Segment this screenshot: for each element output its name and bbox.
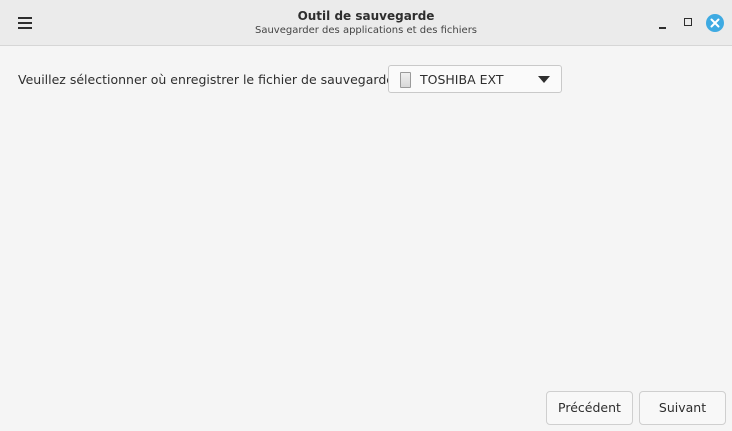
title-bar: Outil de sauvegarde Sauvegarder des appl… [0,0,732,46]
next-button[interactable]: Suivant [639,391,726,425]
window-subtitle: Sauvegarder des applications et des fich… [254,25,478,36]
minimize-icon[interactable] [652,13,672,33]
main-content: Veuillez sélectionner où enregistrer le … [0,46,732,431]
destination-device-dropdown[interactable]: TOSHIBA EXT [388,65,562,93]
previous-button[interactable]: Précédent [546,391,633,425]
maximize-icon[interactable] [678,13,698,33]
drive-icon [400,72,411,88]
window-titles: Outil de sauvegarde Sauvegarder des appl… [0,8,732,38]
chevron-down-icon [538,76,550,83]
window-title: Outil de sauvegarde [297,9,435,23]
selected-device-label: TOSHIBA EXT [420,72,504,87]
destination-prompt-label: Veuillez sélectionner où enregistrer le … [18,72,403,87]
close-icon[interactable] [706,14,724,32]
backup-tool-window: Outil de sauvegarde Sauvegarder des appl… [0,0,732,431]
